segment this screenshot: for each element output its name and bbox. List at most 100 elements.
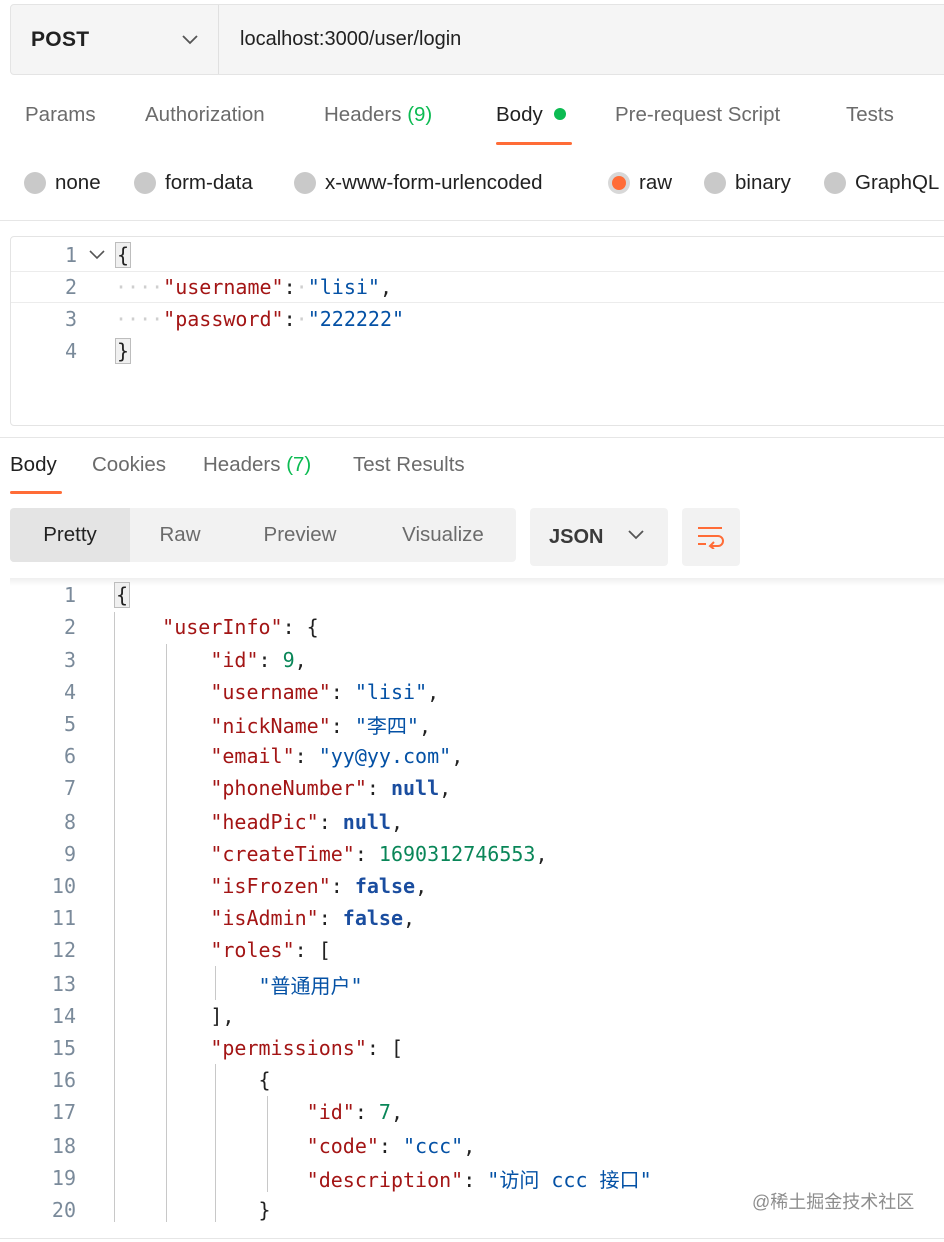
code-line: 1 { bbox=[11, 239, 944, 271]
headers-count: (9) bbox=[407, 103, 433, 126]
tab-label: Pre-request Script bbox=[615, 103, 781, 126]
active-tab-underline bbox=[496, 142, 572, 145]
method-label: POST bbox=[31, 27, 90, 51]
code-line: 2 ····"username":·"lisi", bbox=[11, 271, 944, 303]
code-line: 18 "code": "ccc", bbox=[51, 1134, 476, 1158]
userinfo-username-value: lisi bbox=[366, 680, 416, 704]
tab-tests[interactable]: Tests bbox=[846, 103, 894, 145]
view-visualize-button[interactable]: Visualize bbox=[370, 508, 516, 562]
method-select[interactable]: POST bbox=[11, 5, 219, 74]
radio-label: GraphQL bbox=[855, 171, 940, 194]
code-line: 4 "username": "lisi", bbox=[63, 680, 440, 704]
code-line: 10 "isFrozen": false, bbox=[51, 874, 428, 898]
radio-label: binary bbox=[735, 171, 791, 194]
tab-label: Test Results bbox=[353, 453, 465, 476]
wrap-lines-icon bbox=[698, 527, 724, 549]
radio-selected-icon bbox=[608, 172, 630, 194]
tab-label: Tests bbox=[846, 103, 894, 126]
tab-label: Cookies bbox=[92, 453, 167, 476]
body-indicator-dot bbox=[554, 108, 567, 120]
line-number: 3 bbox=[64, 307, 77, 331]
headers-count: (7) bbox=[286, 453, 312, 476]
chevron-down-icon bbox=[182, 34, 198, 44]
userinfo-id-value: 9 bbox=[282, 648, 295, 672]
tab-label: Body bbox=[496, 103, 543, 126]
userinfo-nickname-value: 李四 bbox=[366, 713, 407, 738]
divider bbox=[0, 220, 944, 221]
userinfo-email-value: yy@yy.com bbox=[330, 744, 440, 768]
radio-circle-icon bbox=[824, 172, 846, 194]
userinfo-isadmin-value: false bbox=[342, 906, 404, 930]
request-password-value: 222222 bbox=[319, 307, 392, 331]
radio-label: none bbox=[55, 171, 101, 194]
tab-headers[interactable]: Headers (9) bbox=[324, 103, 432, 145]
radio-label: raw bbox=[639, 171, 673, 194]
response-tab-cookies[interactable]: Cookies bbox=[92, 453, 166, 477]
code-line: 2 "userInfo": { bbox=[63, 615, 319, 639]
format-label: JSON bbox=[549, 525, 604, 548]
request-username-value: lisi bbox=[319, 275, 368, 299]
radio-circle-icon bbox=[134, 172, 156, 194]
userinfo-createtime-value: 1690312746553 bbox=[378, 842, 536, 866]
radio-x-www-form-urlencoded[interactable]: x-www-form-urlencoded bbox=[294, 162, 543, 204]
body-type-radios: none form-data x-www-form-urlencoded raw… bbox=[0, 162, 944, 204]
code-line: 9 "createTime": 1690312746553, bbox=[63, 842, 548, 866]
line-number: 1 bbox=[64, 243, 77, 267]
tab-label: Headers bbox=[203, 453, 281, 476]
active-tab-underline bbox=[10, 491, 62, 494]
divider bbox=[0, 1238, 944, 1239]
code-line: 16 { bbox=[51, 1068, 271, 1092]
radio-label: x-www-form-urlencoded bbox=[325, 171, 543, 194]
wrap-lines-button[interactable] bbox=[682, 508, 740, 566]
format-select[interactable]: JSON bbox=[530, 508, 668, 566]
view-mode-segmented: Pretty Raw Preview Visualize bbox=[10, 508, 516, 562]
view-preview-button[interactable]: Preview bbox=[230, 508, 370, 562]
request-body-editor[interactable]: 1 { 2 ····"username":·"lisi", 3 ····"pas… bbox=[10, 236, 944, 426]
radio-form-data[interactable]: form-data bbox=[134, 162, 253, 204]
radio-binary[interactable]: binary bbox=[704, 162, 791, 204]
code-line: 3 "id": 9, bbox=[63, 648, 307, 672]
response-tab-test-results[interactable]: Test Results bbox=[353, 453, 465, 477]
userinfo-phonenumber-value: null bbox=[390, 776, 440, 800]
line-number: 2 bbox=[64, 275, 77, 299]
tab-authorization[interactable]: Authorization bbox=[145, 103, 265, 145]
radio-circle-icon bbox=[24, 172, 46, 194]
divider bbox=[0, 437, 944, 438]
userinfo-role-value: 普通用户 bbox=[270, 973, 351, 998]
chevron-down-icon bbox=[628, 530, 644, 540]
response-tab-body[interactable]: Body bbox=[10, 453, 62, 494]
code-line: 3 ····"password":·"222222" bbox=[11, 303, 944, 335]
tab-label: Authorization bbox=[145, 103, 265, 126]
view-pretty-button[interactable]: Pretty bbox=[10, 508, 130, 562]
tab-label: Headers bbox=[324, 103, 402, 126]
code-line: 1 { bbox=[63, 582, 131, 608]
radio-raw[interactable]: raw bbox=[608, 162, 672, 204]
request-bar: POST localhost:3000/user/login bbox=[10, 4, 944, 75]
userinfo-headpic-value: null bbox=[342, 810, 391, 834]
tab-label: Body bbox=[10, 453, 57, 476]
userinfo-isfrozen-value: false bbox=[354, 874, 416, 898]
response-tab-headers[interactable]: Headers (7) bbox=[203, 453, 311, 477]
radio-graphql[interactable]: GraphQL bbox=[824, 162, 939, 204]
code-line: 4 } bbox=[11, 335, 944, 367]
code-line: 17 "id": 7, bbox=[51, 1100, 404, 1124]
tab-body[interactable]: Body bbox=[496, 103, 572, 145]
code-line: 7 "phoneNumber": null, bbox=[63, 776, 452, 800]
radio-circle-icon bbox=[704, 172, 726, 194]
code-line: 11 "isAdmin": false, bbox=[51, 906, 416, 930]
tab-params[interactable]: Params bbox=[25, 103, 96, 145]
radio-label: form-data bbox=[165, 171, 253, 194]
tab-pre-request-script[interactable]: Pre-request Script bbox=[615, 103, 780, 145]
tab-label: Params bbox=[25, 103, 96, 126]
view-raw-button[interactable]: Raw bbox=[130, 508, 230, 562]
radio-none[interactable]: none bbox=[24, 162, 101, 204]
permission-id-value: 7 bbox=[378, 1100, 391, 1124]
code-line: 14 ], bbox=[51, 1004, 235, 1028]
fold-chevron-icon[interactable] bbox=[89, 247, 105, 263]
code-line: 15 "permissions": [ bbox=[51, 1036, 403, 1060]
radio-circle-icon bbox=[294, 172, 316, 194]
line-number: 4 bbox=[64, 339, 77, 363]
code-line: 8 "headPic": null, bbox=[63, 810, 404, 834]
code-line: 6 "email": "yy@yy.com", bbox=[63, 744, 464, 768]
url-input[interactable]: localhost:3000/user/login bbox=[219, 28, 461, 51]
